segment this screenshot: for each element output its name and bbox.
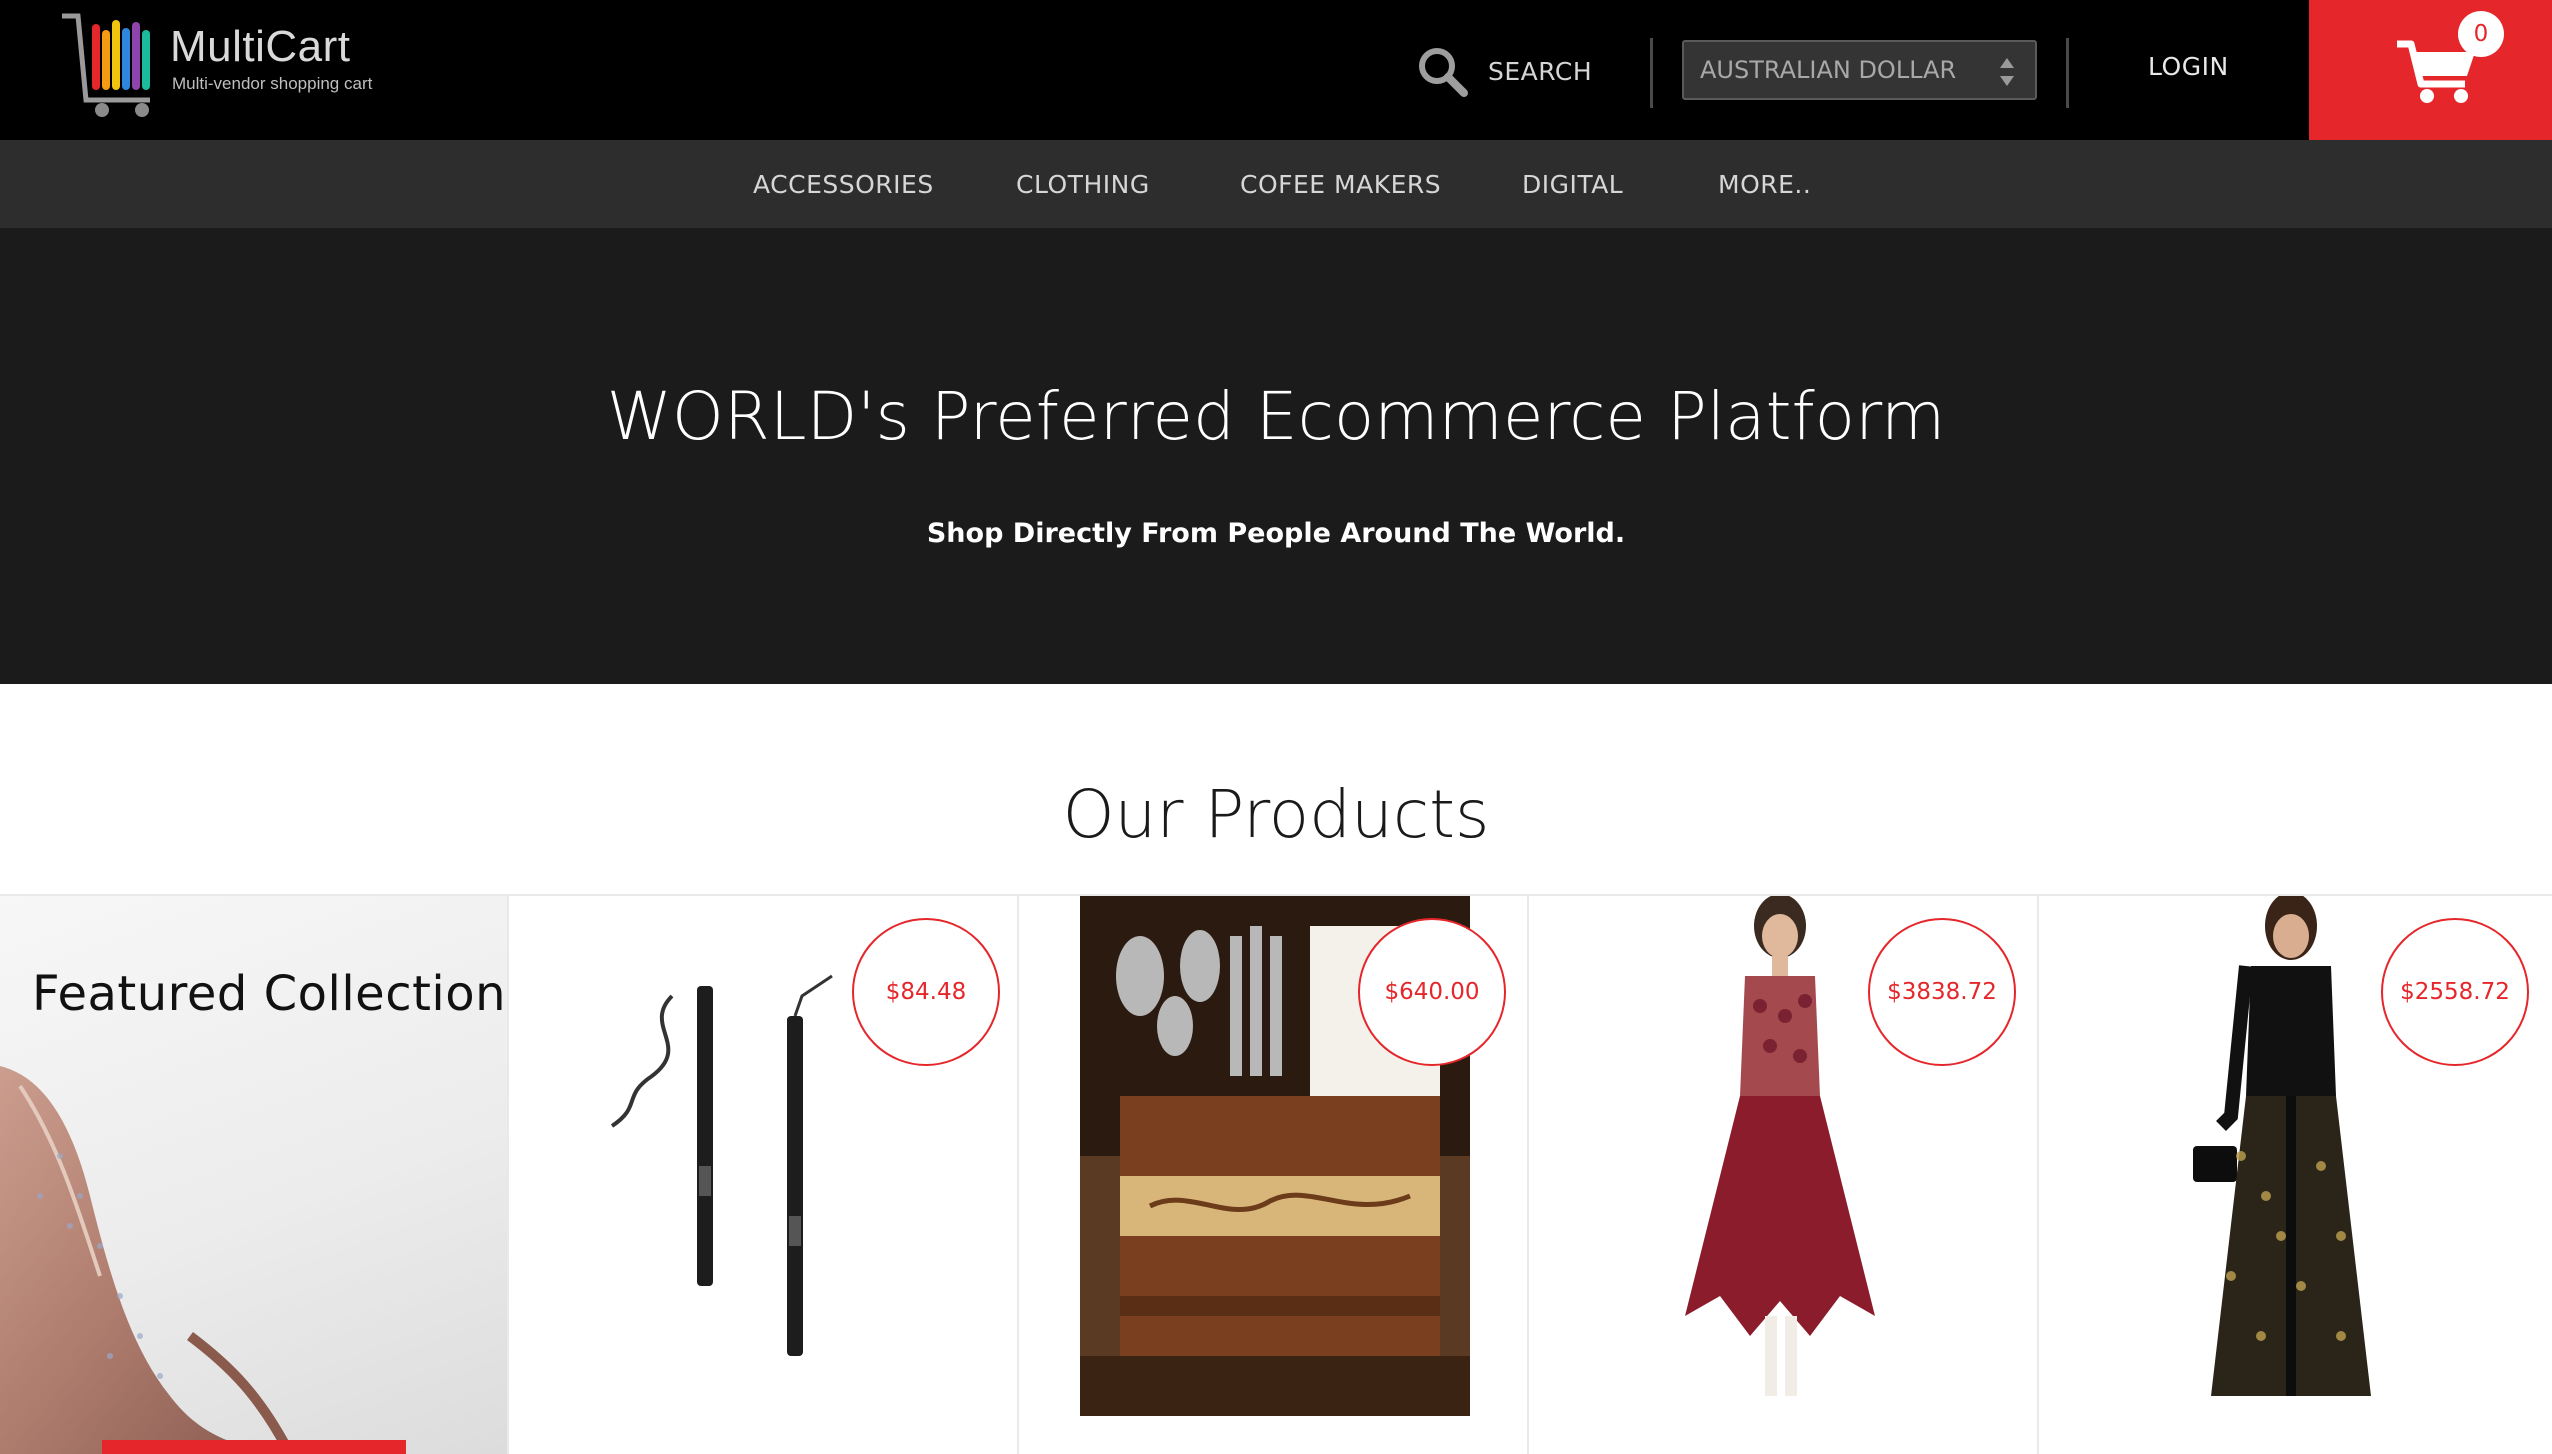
price-badge[interactable]: $2558.72 <box>2381 918 2529 1066</box>
brand-name: MultiCart <box>170 22 351 71</box>
nav-item-cofee-makers[interactable]: COFEE MAKERS <box>1240 170 1441 199</box>
featured-collections-card[interactable]: Featured Collections <box>0 896 509 1454</box>
divider <box>2066 38 2069 108</box>
nav-item-more[interactable]: MORE.. <box>1718 170 1811 199</box>
currency-select[interactable]: AUSTRALIAN DOLLAR <box>1682 40 2037 100</box>
category-nav: ACCESSORIES CLOTHING COFEE MAKERS DIGITA… <box>0 140 2552 228</box>
search-icon <box>1419 48 1468 97</box>
divider <box>1650 38 1653 108</box>
product-card[interactable]: $2558.72 <box>2041 896 2552 1454</box>
hero-subtitle: Shop Directly From People Around The Wor… <box>926 518 1626 549</box>
high-heel-shoe-image <box>0 1066 300 1454</box>
section-title: Our Products <box>1062 776 1490 853</box>
nav-item-digital[interactable]: DIGITAL <box>1522 170 1623 199</box>
brand-tagline: Multi-vendor shopping cart <box>172 74 373 93</box>
brand-logo[interactable]: MultiCart Multi-vendor shopping cart <box>58 10 378 120</box>
cart-count-badge: 0 <box>2458 11 2504 57</box>
price-badge[interactable]: $3838.72 <box>1868 918 2016 1066</box>
product-card[interactable]: $84.48 <box>510 896 1019 1454</box>
nav-item-accessories[interactable]: ACCESSORIES <box>753 170 934 199</box>
black-gold-gown-image <box>2193 896 2371 1396</box>
top-bar: MultiCart Multi-vendor shopping cart SEA… <box>0 0 2552 140</box>
product-card[interactable]: $3838.72 <box>1530 896 2039 1454</box>
search-button[interactable]: SEARCH <box>1416 40 1592 102</box>
search-label: SEARCH <box>1488 56 1593 86</box>
cart-button[interactable]: 0 <box>2309 0 2552 140</box>
maroon-kurta-image <box>1685 896 1875 1396</box>
product-card[interactable]: $640.00 <box>1020 896 1529 1454</box>
nav-item-clothing[interactable]: CLOTHING <box>1016 170 1150 199</box>
price-badge[interactable]: $84.48 <box>852 918 1000 1066</box>
eyeliner-pencils-image <box>610 974 833 1356</box>
login-link[interactable]: LOGIN <box>2148 52 2229 81</box>
currency-value: AUSTRALIAN DOLLAR <box>1700 56 1957 84</box>
product-grid: Featured Collections $84.48 $640.00 $383… <box>0 894 2552 1454</box>
select-arrows-icon <box>2000 58 2014 86</box>
price-badge[interactable]: $640.00 <box>1358 918 1506 1066</box>
hero-banner: WORLD's Preferred Ecommerce Platform Sho… <box>0 228 2552 684</box>
cart-logo-icon <box>62 13 150 117</box>
hero-title: WORLD's Preferred Ecommerce Platform <box>606 378 1946 455</box>
